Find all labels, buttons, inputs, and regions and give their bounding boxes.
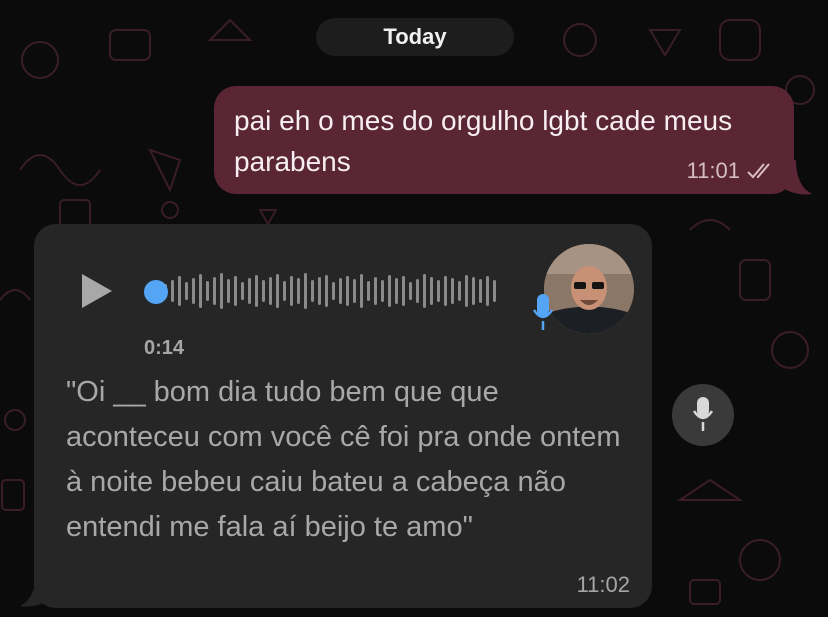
waveform-bar [185,282,188,300]
outgoing-bubble-tail [786,160,812,195]
voice-duration: 0:14 [144,337,185,359]
play-icon[interactable] [80,272,114,310]
microphone-icon [532,294,554,330]
waveform-bar [465,275,468,307]
waveform-bar [430,277,433,305]
waveform-bar [171,280,174,302]
waveform-bar [444,276,447,306]
waveform-bar [255,275,258,307]
incoming-voice-message-bubble[interactable]: 0:14 "Oi __ bom dia tudo bem que que aco… [34,224,652,608]
waveform-bar [262,280,265,302]
voice-transcript: "Oi __ bom dia tudo bem que que acontece… [66,376,621,543]
waveform-bar [346,276,349,306]
date-separator: Today [316,18,514,56]
waveform-bar [493,280,496,302]
waveform-bar [213,277,216,305]
waveform-bar [381,280,384,302]
waveform-bar [402,276,405,306]
outgoing-message-meta: 11:01 [687,158,774,184]
waveform-bar [311,280,314,302]
waveform-bar [339,278,342,304]
waveform-bar [227,279,230,303]
waveform-bar [353,279,356,303]
transcribe-button[interactable] [672,384,734,446]
waveform-bar [472,277,475,305]
outgoing-timestamp: 11:01 [686,158,740,183]
waveform-bar [178,276,181,306]
waveform-bar [318,277,321,305]
incoming-bubble-tail [20,572,46,607]
waveform-bar [206,281,209,301]
waveform-bar [437,280,440,302]
double-check-icon [747,163,770,179]
audio-waveform[interactable] [162,268,502,314]
waveform-bar [374,277,377,305]
waveform-bar [241,282,244,300]
waveform-bar [409,282,412,300]
waveform-bar [388,275,391,307]
incoming-timestamp: 11:02 [576,572,630,597]
waveform-bar [458,281,461,301]
waveform-bar [451,278,454,304]
waveform-bar [395,278,398,304]
waveform-bar [304,273,307,309]
outgoing-message-bubble[interactable]: pai eh o mes do orgulho lgbt cade meus p… [214,86,794,194]
waveform-bar [360,274,363,308]
waveform-bar [416,279,419,303]
waveform-bar [220,273,223,309]
microphone-icon [692,397,714,431]
avatar[interactable] [544,244,634,334]
waveform-bar [332,282,335,300]
waveform-bar [276,274,279,308]
waveform-bar [479,279,482,303]
waveform-bar [234,276,237,306]
waveform-bar [199,274,202,308]
waveform-bar [423,274,426,308]
waveform-bar [290,276,293,306]
waveform-bar [192,278,195,304]
waveform-bar [297,278,300,304]
playback-scrubber[interactable] [144,280,168,304]
waveform-bar [486,276,489,306]
waveform-bar [269,277,272,305]
date-label: Today [383,24,447,49]
waveform-bar [367,281,370,301]
waveform-bar [283,281,286,301]
waveform-bar [325,275,328,307]
waveform-bar [248,278,251,304]
